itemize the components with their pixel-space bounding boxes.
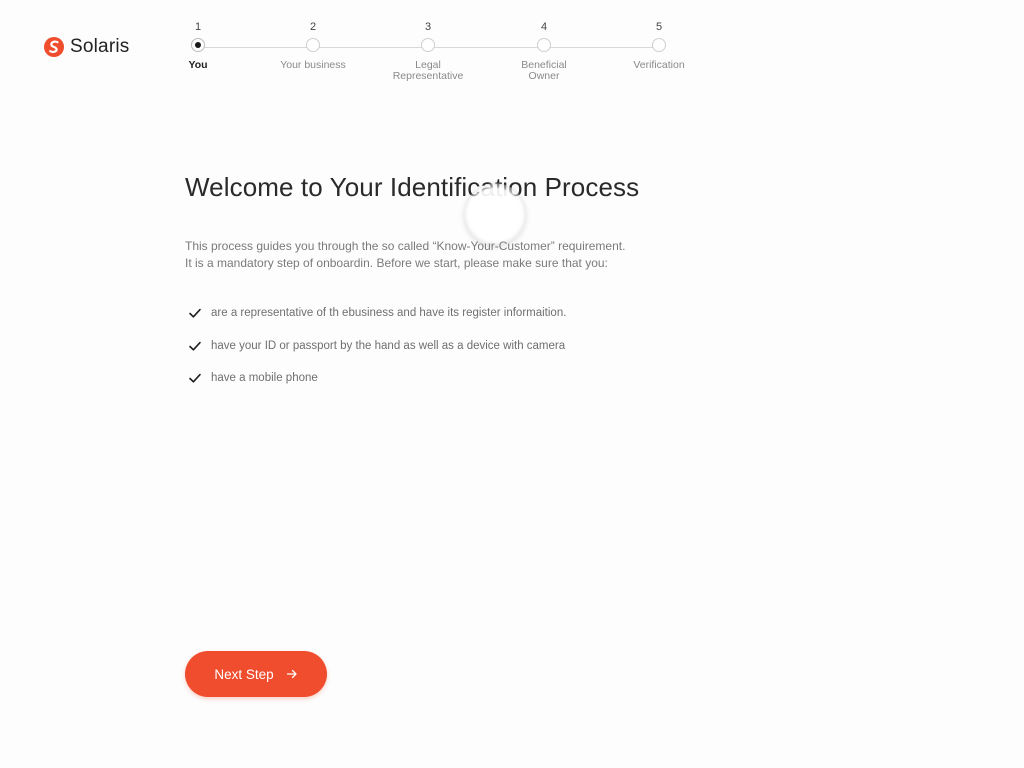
step-number: 3 (424, 21, 432, 33)
requirements-checklist: are a representative of th ebusiness and… (188, 303, 566, 401)
solaris-logo-icon (44, 37, 64, 57)
list-item: are a representative of th ebusiness and… (188, 303, 566, 323)
next-step-button[interactable]: Next Step (185, 651, 327, 697)
step-indicator (537, 38, 551, 52)
intro-line-2: It is a mandatory step of onboardin. Bef… (185, 256, 608, 270)
step-number: 2 (309, 21, 317, 33)
brand-name: Solaris (70, 36, 130, 57)
step-your-business[interactable]: 2 Your business (263, 18, 363, 71)
step-number: 4 (540, 21, 548, 33)
list-item-text: have your ID or passport by the hand as … (211, 339, 566, 352)
arrow-right-icon (286, 669, 297, 679)
step-indicator (421, 38, 435, 52)
step-label: Verification (633, 59, 685, 71)
next-step-label: Next Step (214, 666, 274, 682)
step-you[interactable]: 1 You (148, 18, 248, 71)
intro-line-1: This process guides you through the so c… (185, 239, 626, 253)
step-beneficial-owner[interactable]: 4 Beneficial Owner (494, 18, 594, 82)
step-label: Legal Representative (392, 59, 464, 82)
step-legal-representative[interactable]: 3 Legal Representative (378, 18, 478, 82)
checkmark-icon (189, 341, 201, 351)
step-label: Your business (280, 59, 346, 71)
step-verification[interactable]: 5 Verification (609, 18, 709, 71)
step-indicator-active (191, 38, 205, 52)
brand-logo[interactable]: Solaris (44, 36, 129, 58)
list-item: have a mobile phone (188, 368, 566, 388)
checkmark-icon (189, 373, 201, 383)
intro-text: This process guides you through the so c… (185, 238, 625, 272)
step-number: 5 (655, 21, 663, 33)
kyc-welcome-page: Solaris 1 You 2 Your business 3 Legal Re… (0, 0, 1024, 768)
progress-stepper: 1 You 2 Your business 3 Legal Representa… (150, 18, 730, 98)
step-indicator (652, 38, 666, 52)
loading-spinner-icon (464, 183, 526, 245)
step-label: You (188, 59, 208, 71)
step-indicator (306, 38, 320, 52)
list-item: have your ID or passport by the hand as … (188, 336, 566, 356)
list-item-text: have a mobile phone (211, 372, 318, 384)
list-item-text: are a representative of th ebusiness and… (211, 307, 567, 319)
step-label: Beneficial Owner (521, 59, 567, 82)
step-number: 1 (194, 21, 202, 33)
checkmark-icon (189, 308, 201, 318)
page-title: Welcome to Your Identification Process (185, 172, 640, 202)
